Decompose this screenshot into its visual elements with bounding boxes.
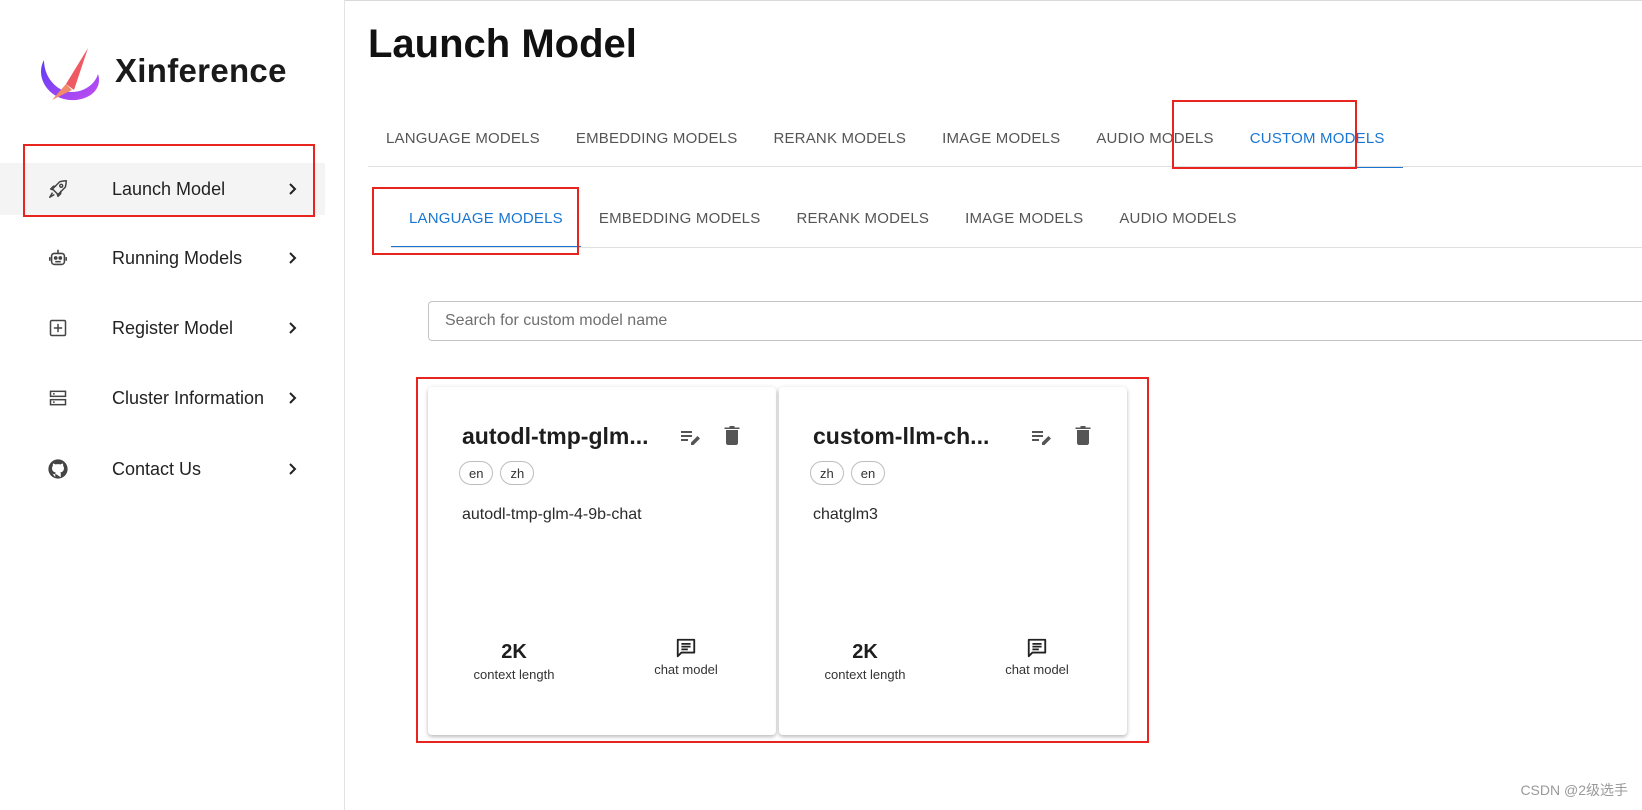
model-ability-stat: chat model xyxy=(995,637,1079,677)
subtab-embedding-models[interactable]: EMBEDDING MODELS xyxy=(581,188,779,248)
sidebar-item-contact-us[interactable]: Contact Us xyxy=(0,443,325,495)
language-chip: zh xyxy=(500,461,535,485)
sidebar-item-label: Contact Us xyxy=(112,458,202,479)
language-chip: zh xyxy=(810,461,844,485)
model-ability-stat: chat model xyxy=(644,637,728,677)
github-icon xyxy=(46,457,70,481)
context-length-label: context length xyxy=(473,667,555,682)
brand-name: Xinference xyxy=(115,52,287,89)
robot-icon xyxy=(46,246,70,270)
tab-custom-models[interactable]: CUSTOM MODELS xyxy=(1231,108,1403,168)
sidebar-item-label: Launch Model xyxy=(112,178,226,199)
sidebar-item-running-models[interactable]: Running Models xyxy=(0,232,325,284)
tab-image-models[interactable]: IMAGE MODELS xyxy=(924,108,1078,168)
subtabs-divider xyxy=(391,247,1642,248)
tabs-divider xyxy=(368,166,1642,167)
tab-rerank-models[interactable]: RERANK MODELS xyxy=(755,108,924,168)
delete-icon[interactable] xyxy=(1071,423,1095,447)
model-ability-label: chat model xyxy=(1005,662,1069,677)
language-chip: en xyxy=(850,461,886,485)
storage-icon xyxy=(46,386,70,410)
subtab-language-models[interactable]: LANGUAGE MODELS xyxy=(391,188,581,248)
watermark: CSDN @2级选手 xyxy=(1520,782,1628,798)
search-input[interactable] xyxy=(428,301,1642,341)
subtab-audio-models[interactable]: AUDIO MODELS xyxy=(1101,188,1254,248)
sidebar-item-cluster-information[interactable]: Cluster Information xyxy=(0,372,325,424)
model-card[interactable]: autodl-tmp-glm... en zh autodl-tmp-glm-4… xyxy=(428,387,776,735)
model-card-title: autodl-tmp-glm... xyxy=(462,423,649,449)
chat-icon xyxy=(644,637,728,659)
subtab-image-models[interactable]: IMAGE MODELS xyxy=(947,188,1101,248)
edit-note-icon[interactable] xyxy=(678,425,702,449)
tab-embedding-models[interactable]: EMBEDDING MODELS xyxy=(558,108,756,168)
context-length-stat: 2K context length xyxy=(823,641,907,682)
chevron-right-icon xyxy=(289,392,297,404)
edit-note-icon[interactable] xyxy=(1029,425,1053,449)
model-card-description: autodl-tmp-glm-4-9b-chat xyxy=(462,506,642,523)
model-type-tabs: LANGUAGE MODELS EMBEDDING MODELS RERANK … xyxy=(368,108,1403,168)
tab-audio-models[interactable]: AUDIO MODELS xyxy=(1078,108,1231,168)
sidebar-item-launch-model[interactable]: Launch Model xyxy=(0,163,325,215)
sidebar-item-label: Cluster Information xyxy=(112,387,265,408)
add-box-icon xyxy=(46,316,70,340)
xinference-logo-icon xyxy=(40,48,100,101)
page-title: Launch Model xyxy=(368,22,637,66)
model-ability-label: chat model xyxy=(654,662,718,677)
model-card-title: custom-llm-ch... xyxy=(813,423,990,449)
language-chips: zh en xyxy=(810,461,886,485)
language-chip: en xyxy=(459,461,494,485)
language-chips: en zh xyxy=(459,461,535,485)
chevron-right-icon xyxy=(289,322,297,334)
tab-language-models[interactable]: LANGUAGE MODELS xyxy=(368,108,558,168)
chevron-right-icon xyxy=(289,463,297,475)
context-length-label: context length xyxy=(824,667,906,682)
subtab-rerank-models[interactable]: RERANK MODELS xyxy=(778,188,947,248)
sidebar-item-label: Register Model xyxy=(112,317,234,338)
context-length-stat: 2K context length xyxy=(472,641,556,682)
custom-model-subtabs: LANGUAGE MODELS EMBEDDING MODELS RERANK … xyxy=(391,188,1255,248)
delete-icon[interactable] xyxy=(720,423,744,447)
rocket-icon xyxy=(46,177,70,201)
sidebar-item-register-model[interactable]: Register Model xyxy=(0,302,325,354)
model-card-description: chatglm3 xyxy=(813,506,878,523)
context-length-value: 2K xyxy=(501,641,527,663)
chevron-right-icon xyxy=(289,252,297,264)
model-card[interactable]: custom-llm-ch... zh en chatglm3 2K conte… xyxy=(779,387,1127,735)
context-length-value: 2K xyxy=(852,641,878,663)
sidebar-item-label: Running Models xyxy=(112,247,243,268)
chat-icon xyxy=(995,637,1079,659)
chevron-right-icon xyxy=(289,183,297,195)
sidebar: Xinference Launch Model Running Models R… xyxy=(0,0,345,810)
